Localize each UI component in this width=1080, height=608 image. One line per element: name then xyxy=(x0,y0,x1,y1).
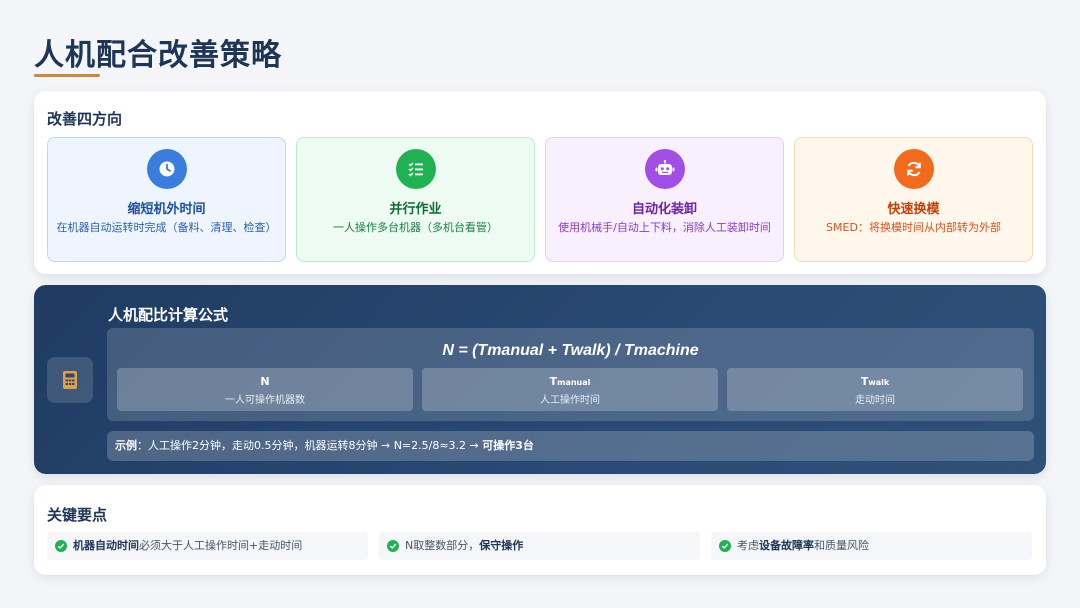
ratio-formula-panel: 人机配比计算公式 N = (Tmanual + Twalk) / Tmachin… xyxy=(34,285,1046,474)
list-check-icon xyxy=(395,149,436,189)
section-heading: 人机配比计算公式 xyxy=(108,306,229,324)
variable-t-manual: Tmanual 人工操作时间 xyxy=(422,368,718,411)
key-point-item: N取整数部分，保守操作 xyxy=(379,532,700,560)
title-underline xyxy=(34,74,100,77)
variable-meaning: 走动时间 xyxy=(855,395,895,406)
example-label: 示例 xyxy=(115,439,137,452)
page-title: 人机配合改善策略 xyxy=(34,38,282,73)
variable-t-walk: Twalk 走动时间 xyxy=(727,368,1023,411)
sync-icon xyxy=(893,149,934,189)
direction-card-auto-loading: 自动化装卸 使用机械手/自动上下料，消除人工装卸时间 xyxy=(545,137,784,262)
formula-box: N = (Tmanual + Twalk) / Tmachine N 一人可操作… xyxy=(107,328,1034,421)
card-title: 自动化装卸 xyxy=(631,202,697,217)
check-circle-icon xyxy=(55,540,67,552)
section-heading: 改善四方向 xyxy=(47,110,123,128)
variable-symbol: N xyxy=(260,375,270,388)
variable-subscript: walk xyxy=(868,378,890,387)
card-title: 快速换模 xyxy=(887,202,940,217)
card-desc: 使用机械手/自动上下料，消除人工装卸时间 xyxy=(558,221,771,234)
variable-meaning: 一人可操作机器数 xyxy=(225,395,305,406)
direction-card-parallel-work: 并行作业 一人操作多台机器（多机台看管） xyxy=(296,137,535,262)
direction-card-quick-changeover: 快速换模 SMED：将换模时间从内部转为外部 xyxy=(794,137,1033,262)
key-point-text: 和质量风险 xyxy=(814,539,869,552)
key-points-panel: 关键要点 机器自动时间必须大于人工操作时间+走动时间 N取整数部分，保守操作 考… xyxy=(34,485,1046,575)
variable-n: N 一人可操作机器数 xyxy=(117,368,413,411)
variable-meaning: 人工操作时间 xyxy=(540,395,600,406)
formula-expression: N = (Tmanual + Twalk) / Tmachine xyxy=(442,342,699,359)
variable-subscript: manual xyxy=(557,378,591,387)
example-result: 可操作3台 xyxy=(482,439,534,452)
variable-symbol: T xyxy=(549,375,558,388)
key-point-item: 机器自动时间必须大于人工操作时间+走动时间 xyxy=(47,532,368,560)
section-heading: 关键要点 xyxy=(47,506,108,524)
card-desc: 一人操作多台机器（多机台看管） xyxy=(333,221,498,234)
check-circle-icon xyxy=(719,540,731,552)
example-text: 示例：人工操作2分钟，走动0.5分钟，机器运转8分钟 → N=2.5/8≈3.2… xyxy=(107,431,1034,461)
key-point-bold: 机器自动时间 xyxy=(73,539,139,552)
key-point-item: 考虑设备故障率和质量风险 xyxy=(711,532,1032,560)
example-body: ：人工操作2分钟，走动0.5分钟，机器运转8分钟 → N=2.5/8≈3.2 → xyxy=(137,439,483,452)
robot-icon xyxy=(644,149,685,189)
direction-card-shorten-external-time: 缩短机外时间 在机器自动运转时完成（备料、清理、检查） xyxy=(47,137,286,262)
clock-icon xyxy=(146,149,187,189)
card-desc: SMED：将换模时间从内部转为外部 xyxy=(826,221,1001,234)
check-circle-icon xyxy=(387,540,399,552)
key-point-text: 考虑 xyxy=(737,539,759,552)
key-point-text: N取整数部分， xyxy=(405,539,480,552)
key-point-text: 必须大于人工操作时间+走动时间 xyxy=(139,539,303,552)
key-point-bold: 设备故障率 xyxy=(759,539,814,552)
key-point-bold: 保守操作 xyxy=(479,539,524,552)
calculator-icon xyxy=(47,357,93,403)
improvement-directions-panel: 改善四方向 缩短机外时间 在机器自动运转时完成（备料、清理、检查） 并行作业 一… xyxy=(34,91,1046,274)
card-desc: 在机器自动运转时完成（备料、清理、检查） xyxy=(56,221,277,234)
card-title: 缩短机外时间 xyxy=(127,202,206,217)
card-title: 并行作业 xyxy=(389,202,442,217)
